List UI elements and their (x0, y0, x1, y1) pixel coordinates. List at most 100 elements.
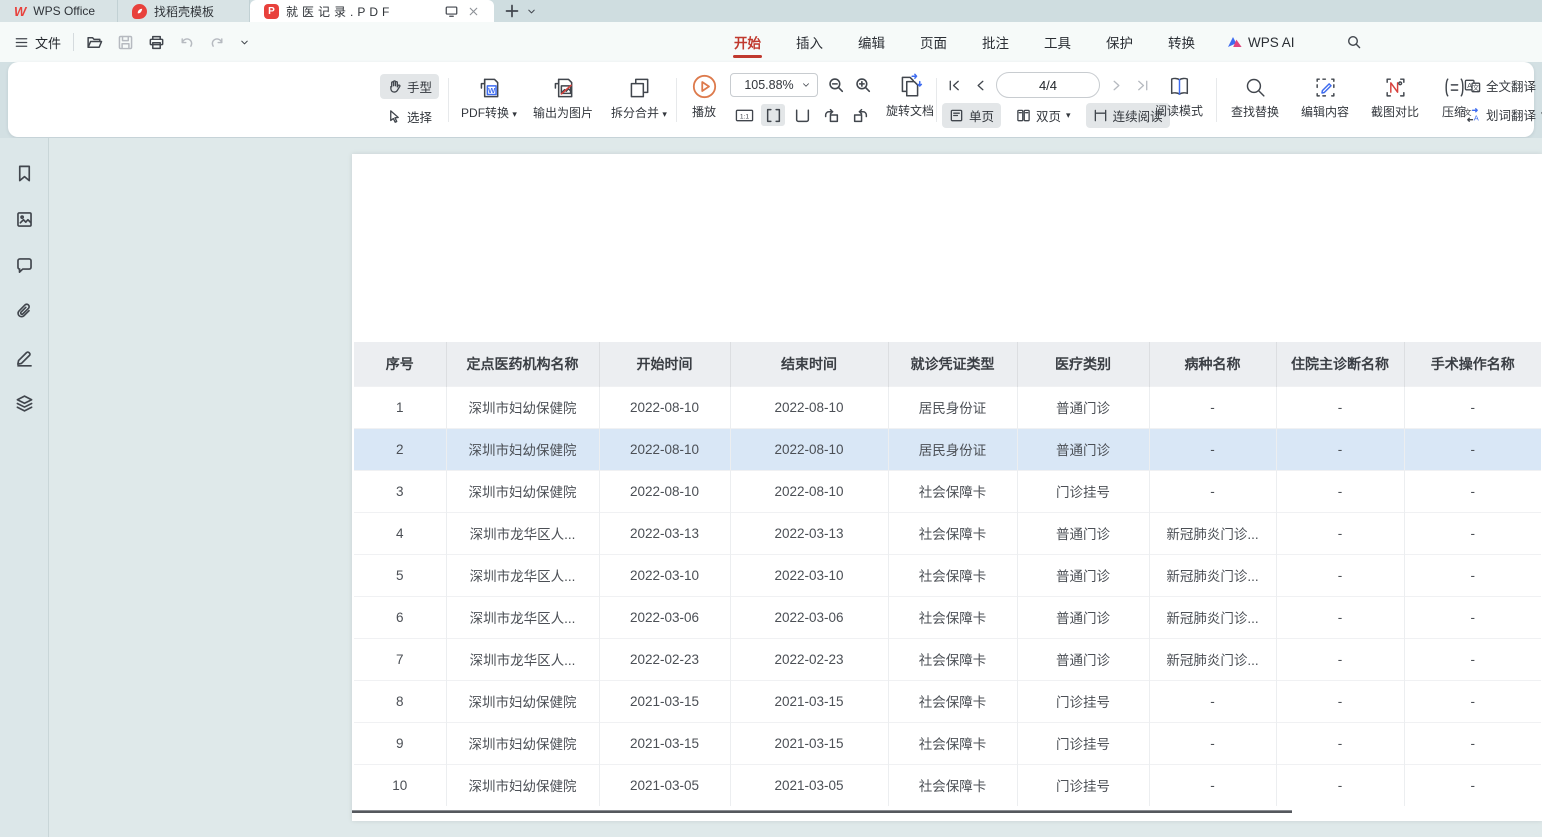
table-cell: 社会保障卡 (888, 470, 1017, 512)
table-cell: 2022-02-23 (730, 638, 888, 680)
screenshot-compare-button[interactable]: 截图对比 (1364, 75, 1426, 120)
table-cell: 社会保障卡 (888, 764, 1017, 806)
play-label: 播放 (692, 103, 716, 120)
next-page-button[interactable] (1106, 74, 1126, 96)
file-menu-button[interactable]: 文件 (14, 33, 61, 52)
print-icon[interactable] (148, 34, 165, 51)
book-icon (1167, 74, 1192, 99)
table-cell: 8 (354, 680, 446, 722)
table-cell: 普通门诊 (1017, 638, 1149, 680)
divider (448, 78, 449, 122)
table-cell: 门诊挂号 (1017, 680, 1149, 722)
tab-tools[interactable]: 工具 (1041, 22, 1074, 62)
comments-panel-button[interactable] (11, 252, 37, 278)
screen-share-icon[interactable] (444, 4, 459, 18)
save-icon[interactable] (117, 34, 134, 51)
layers-panel-button[interactable] (11, 390, 37, 416)
first-page-button[interactable] (944, 74, 964, 96)
hand-tool-button[interactable]: 手型 (380, 74, 439, 99)
read-mode-button[interactable]: 阅读模式 (1150, 74, 1208, 119)
table-cell: 2021-03-15 (599, 680, 730, 722)
pdf-view-area[interactable]: 序号 定点医药机构名称 开始时间 结束时间 就诊凭证类型 医疗类别 病种名称 住… (49, 138, 1542, 837)
tab-wps-home[interactable]: W WPS Office (0, 0, 118, 22)
table-row: 7深圳市龙华区人...2022-02-232022-02-23社会保障卡普通门诊… (354, 638, 1541, 680)
tab-insert[interactable]: 插入 (793, 22, 826, 62)
previous-page-button[interactable] (970, 74, 990, 96)
last-page-button[interactable] (1132, 74, 1152, 96)
undo-redo-chevron-icon[interactable] (239, 37, 250, 48)
zoom-level-dropdown[interactable]: 105.88% (730, 73, 818, 97)
chevron-down-icon (801, 80, 811, 90)
attachments-panel-button[interactable] (11, 298, 37, 324)
hand-icon (387, 79, 402, 94)
svg-text:文: 文 (1472, 82, 1479, 91)
fit-page-button[interactable] (790, 104, 814, 126)
window-tab-bar: W WPS Office 找稻壳模板 P 就医记录.PDF (0, 0, 1542, 22)
thumbnails-panel-button[interactable] (11, 206, 37, 232)
tab-convert[interactable]: 转换 (1165, 22, 1198, 62)
table-cell: 深圳市龙华区人... (446, 638, 599, 680)
edit-content-button[interactable]: 编辑内容 (1294, 75, 1356, 120)
close-tab-icon[interactable] (467, 5, 480, 18)
signature-panel-button[interactable] (11, 344, 37, 370)
continuous-read-icon (1093, 108, 1108, 123)
word-translate-button[interactable]: 文 A 划词翻译 ▾ (1460, 104, 1542, 125)
table-cell: 2022-08-10 (599, 470, 730, 512)
page-number-input[interactable] (996, 72, 1100, 98)
tab-protect[interactable]: 保护 (1103, 22, 1136, 62)
rotate-document-label: 旋转文档 (886, 102, 934, 119)
table-cell: 深圳市龙华区人... (446, 596, 599, 638)
left-panel-strip (0, 138, 49, 837)
table-cell: - (1149, 764, 1276, 806)
embedded-horizontal-scrollbar[interactable] (352, 810, 1292, 813)
export-image-button[interactable]: 输出为图片 (526, 75, 600, 121)
open-file-icon[interactable] (86, 34, 103, 51)
tab-page[interactable]: 页面 (917, 22, 950, 62)
actual-size-button[interactable]: 1:1 (732, 104, 756, 126)
rotate-right-button[interactable] (848, 104, 872, 126)
table-cell: - (1276, 512, 1404, 554)
hamburger-icon (14, 35, 29, 50)
tab-edit[interactable]: 编辑 (855, 22, 888, 62)
bookmarks-panel-button[interactable] (11, 160, 37, 186)
tab-docer-templates[interactable]: 找稻壳模板 (118, 0, 250, 22)
double-page-button[interactable]: 双页 ▾ (1009, 103, 1078, 128)
record-table-body: 1深圳市妇幼保健院2022-08-102022-08-10居民身份证普通门诊--… (354, 386, 1541, 806)
tab-home[interactable]: 开始 (731, 22, 764, 62)
table-row: 8深圳市妇幼保健院2021-03-152021-03-15社会保障卡门诊挂号--… (354, 680, 1541, 722)
table-cell: 1 (354, 386, 446, 428)
tab-wps-ai[interactable]: WPS AI (1227, 22, 1295, 62)
undo-icon[interactable] (179, 34, 195, 50)
table-cell: 2022-03-13 (730, 512, 888, 554)
play-icon (691, 73, 718, 100)
table-cell: 3 (354, 470, 446, 512)
single-page-button[interactable]: 单页 (942, 103, 1001, 128)
table-cell: 10 (354, 764, 446, 806)
fit-width-button[interactable] (761, 104, 785, 126)
table-cell: - (1149, 386, 1276, 428)
table-cell: - (1149, 428, 1276, 470)
table-cell: - (1276, 722, 1404, 764)
zoom-out-button[interactable] (827, 76, 845, 94)
tab-document[interactable]: P 就医记录.PDF (250, 0, 494, 22)
new-tab-button[interactable] (504, 3, 520, 19)
pdf-convert-button[interactable]: W PDF转换 ▾ (456, 75, 522, 121)
table-cell: 社会保障卡 (888, 554, 1017, 596)
find-replace-button[interactable]: 查找替换 (1224, 75, 1286, 120)
menu-search-icon[interactable] (1346, 22, 1362, 62)
redo-icon[interactable] (209, 34, 225, 50)
tab-list-chevron-icon[interactable] (526, 6, 537, 17)
select-tool-button[interactable]: 选择 (380, 104, 439, 129)
split-merge-label: 拆分合并 (611, 106, 659, 120)
full-translate-button[interactable]: A 文 全文翻译 (1460, 75, 1542, 96)
split-merge-button[interactable]: 拆分合并 ▾ (604, 75, 674, 121)
zoom-in-button[interactable] (854, 76, 872, 94)
tab-comment[interactable]: 批注 (979, 22, 1012, 62)
rotate-document-button[interactable]: 旋转文档 (882, 73, 938, 119)
rotate-left-button[interactable] (819, 104, 843, 126)
play-button[interactable]: 播放 (684, 73, 724, 120)
table-cell: - (1404, 596, 1541, 638)
word-translate-label: 划词翻译 (1486, 105, 1536, 124)
wps-ai-label: WPS AI (1248, 35, 1295, 50)
divider (936, 78, 937, 122)
